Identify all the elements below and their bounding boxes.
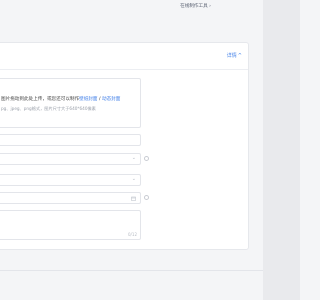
details-toggle[interactable]: 详情^	[227, 52, 242, 59]
chevron-up-icon: ^	[237, 53, 242, 59]
cover-upload-area[interactable]: 图片拖动到此处上传，或您还可以制作壁纸封面 / 动态封面 pg、jpeg、png…	[0, 78, 141, 128]
select-field-1[interactable]: ⌄	[0, 153, 141, 165]
date-field[interactable]	[0, 192, 141, 204]
bottom-divider	[0, 270, 263, 271]
upload-instructions: 图片拖动到此处上传，或您还可以制作壁纸封面 / 动态封面	[1, 96, 120, 102]
main-page: 在线制作工具 › 详情^ 图片拖动到此处上传，或您还可以制作壁纸封面 / 动态封…	[0, 0, 263, 300]
character-counter: 0/12	[128, 232, 137, 237]
description-textarea[interactable]: 0/12	[0, 210, 141, 240]
upload-instructions-text: 图片拖动到此处上传，或您还可以制作	[1, 97, 80, 102]
dynamic-cover-link[interactable]: 动态封面	[102, 97, 120, 102]
help-icon[interactable]	[144, 195, 149, 200]
online-tool-link[interactable]: 在线制作工具 ›	[180, 3, 211, 9]
text-field[interactable]	[0, 134, 141, 146]
wallpaper-cover-link[interactable]: 壁纸封面	[79, 97, 97, 102]
chevron-down-icon: ⌄	[131, 176, 136, 182]
chevron-down-icon: ⌄	[131, 155, 136, 161]
details-label: 详情	[226, 53, 237, 59]
right-side-panel	[263, 0, 300, 300]
calendar-icon	[131, 196, 136, 201]
card-divider	[0, 69, 248, 70]
upload-requirements: pg、jpeg、png格式，图片尺寸大于640*640像素	[1, 106, 96, 111]
select-field-2[interactable]: ⌄	[0, 174, 141, 186]
help-icon[interactable]	[144, 156, 149, 161]
